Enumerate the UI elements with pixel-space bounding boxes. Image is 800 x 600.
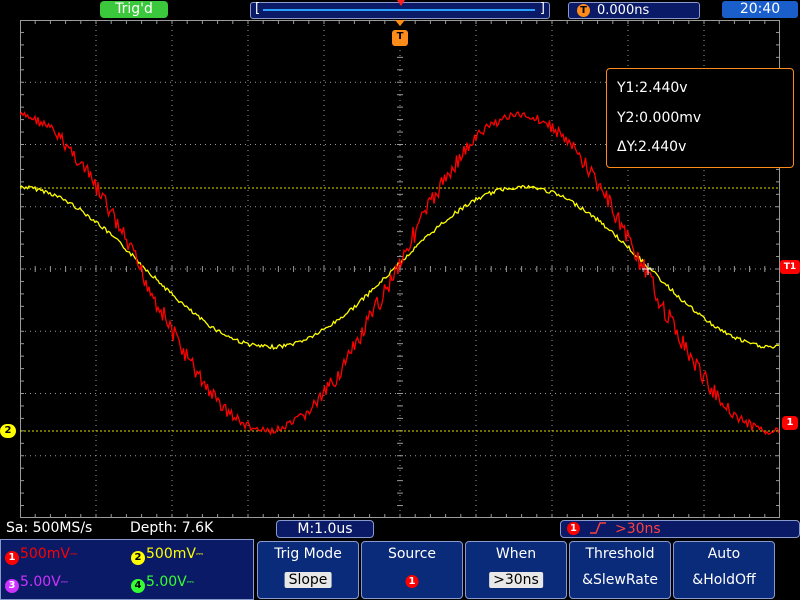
ch1-offset-marker[interactable]: 1 bbox=[782, 416, 798, 430]
cursor-delta-y-value: ΔY:2.440v bbox=[617, 139, 687, 155]
ch1-scale: 500mV bbox=[20, 546, 70, 562]
dc-coupling-icon: ⎓ bbox=[186, 578, 194, 588]
channel-settings-panel[interactable]: 1 500mV⎓ 2 500mV⎓ 3 5.00V⎓ 4 5.00V⎓ bbox=[0, 539, 254, 600]
sample-rate: Sa: 500MS/s bbox=[6, 520, 93, 536]
menu-threshold[interactable]: Threshold &SlewRate bbox=[569, 541, 671, 599]
trigger-delay-icon: T bbox=[577, 4, 590, 17]
ch4-scale: 5.00V bbox=[146, 574, 187, 590]
ch3-icon: 3 bbox=[5, 579, 19, 593]
menu-auto[interactable]: Auto &HoldOff bbox=[673, 541, 775, 599]
timebase-window-indicator bbox=[263, 9, 535, 11]
source-ch1-icon: 1 bbox=[405, 575, 419, 588]
menu-source[interactable]: Source 1 bbox=[361, 541, 463, 599]
trigger-delay-readout: T 0.000ns bbox=[568, 2, 700, 19]
ch2-setting[interactable]: 2 500mV⎓ bbox=[131, 546, 203, 565]
menu-source-title: Source bbox=[387, 546, 437, 562]
clock: 20:40 bbox=[722, 1, 798, 18]
trigger-position-marker[interactable]: T bbox=[392, 30, 408, 46]
window-left-bracket: [ bbox=[255, 1, 261, 16]
ch2-icon: 2 bbox=[131, 551, 145, 565]
memory-depth: Depth: 7.6K bbox=[130, 520, 214, 536]
trigger-status-badge: Trig'd bbox=[100, 1, 168, 18]
rising-slope-icon bbox=[589, 521, 607, 539]
acquisition-status-bar: Sa: 500MS/s Depth: 7.6K M:1.0us 1 >30ns bbox=[0, 518, 800, 539]
trigger-delay-value: 0.000ns bbox=[597, 3, 650, 18]
cursor-y2-value: Y2:0.000mv bbox=[617, 110, 702, 126]
menu-when-value: >30ns bbox=[489, 572, 543, 588]
trigger-position-tip-icon bbox=[395, 20, 405, 26]
cursor-measurement-box: Y1:2.440v Y2:0.000mv ΔY:2.440v bbox=[606, 68, 794, 168]
dc-coupling-icon: ⎓ bbox=[60, 578, 68, 588]
dc-coupling-icon: ⎓ bbox=[195, 550, 204, 560]
ch2-offset-marker[interactable]: 2 bbox=[0, 424, 16, 438]
window-right-bracket: ] bbox=[539, 1, 545, 16]
menu-auto-value: &HoldOff bbox=[692, 572, 756, 588]
main-timebase[interactable]: M:1.0us bbox=[276, 520, 374, 538]
cursor-y1-value: Y1:2.440v bbox=[617, 80, 688, 96]
waveform-display[interactable]: Y1:2.440v Y2:0.000mv ΔY:2.440v bbox=[20, 20, 794, 518]
trigger-position-pointer-icon bbox=[397, 0, 405, 6]
trigger-channel-icon: 1 bbox=[567, 522, 580, 535]
ch4-icon: 4 bbox=[131, 579, 145, 593]
ch3-scale: 5.00V bbox=[20, 574, 61, 590]
menu-when-title: When bbox=[495, 546, 537, 562]
ch4-setting[interactable]: 4 5.00V⎓ bbox=[131, 574, 194, 593]
trigger-condition-value: >30ns bbox=[615, 521, 661, 537]
ch1-icon: 1 bbox=[5, 551, 19, 565]
trigger-level-marker[interactable]: T1 bbox=[780, 260, 800, 274]
dc-coupling-icon: ⎓ bbox=[69, 550, 78, 560]
menu-threshold-value: &SlewRate bbox=[582, 572, 658, 588]
menu-threshold-title: Threshold bbox=[585, 546, 655, 562]
ch3-setting[interactable]: 3 5.00V⎓ bbox=[5, 574, 68, 593]
top-status-bar: Trig'd [ ] T 0.000ns 20:40 bbox=[0, 0, 800, 20]
menu-when[interactable]: When >30ns bbox=[465, 541, 567, 599]
menu-source-value: 1 bbox=[402, 572, 423, 588]
menu-trig-mode-title: Trig Mode bbox=[274, 546, 342, 562]
menu-auto-title: Auto bbox=[707, 546, 741, 562]
ch1-setting[interactable]: 1 500mV⎓ bbox=[5, 546, 77, 565]
ch2-scale: 500mV bbox=[146, 546, 196, 562]
menu-trig-mode[interactable]: Trig Mode Slope bbox=[257, 541, 359, 599]
timebase-overview-bar[interactable]: [ ] bbox=[250, 0, 550, 19]
trigger-info[interactable]: 1 >30ns bbox=[560, 520, 800, 538]
menu-trig-mode-value: Slope bbox=[284, 572, 332, 588]
